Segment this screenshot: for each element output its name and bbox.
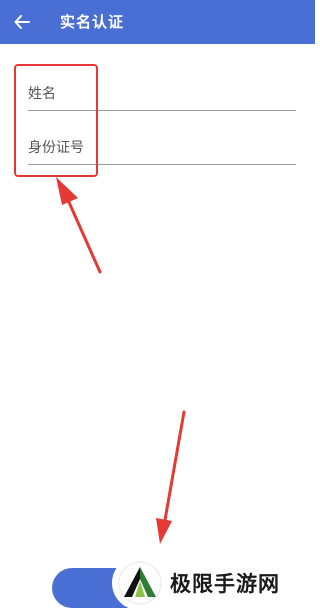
page-title: 实名认证 bbox=[60, 13, 125, 31]
arrow-left-icon bbox=[14, 15, 30, 29]
watermark: 极限手游网 bbox=[112, 556, 315, 610]
watermark-text: 极限手游网 bbox=[170, 572, 280, 596]
back-button[interactable] bbox=[6, 6, 38, 38]
annotation-highlight-box bbox=[14, 64, 98, 177]
app-bar: 实名认证 bbox=[0, 0, 315, 44]
watermark-logo-icon bbox=[118, 561, 162, 605]
